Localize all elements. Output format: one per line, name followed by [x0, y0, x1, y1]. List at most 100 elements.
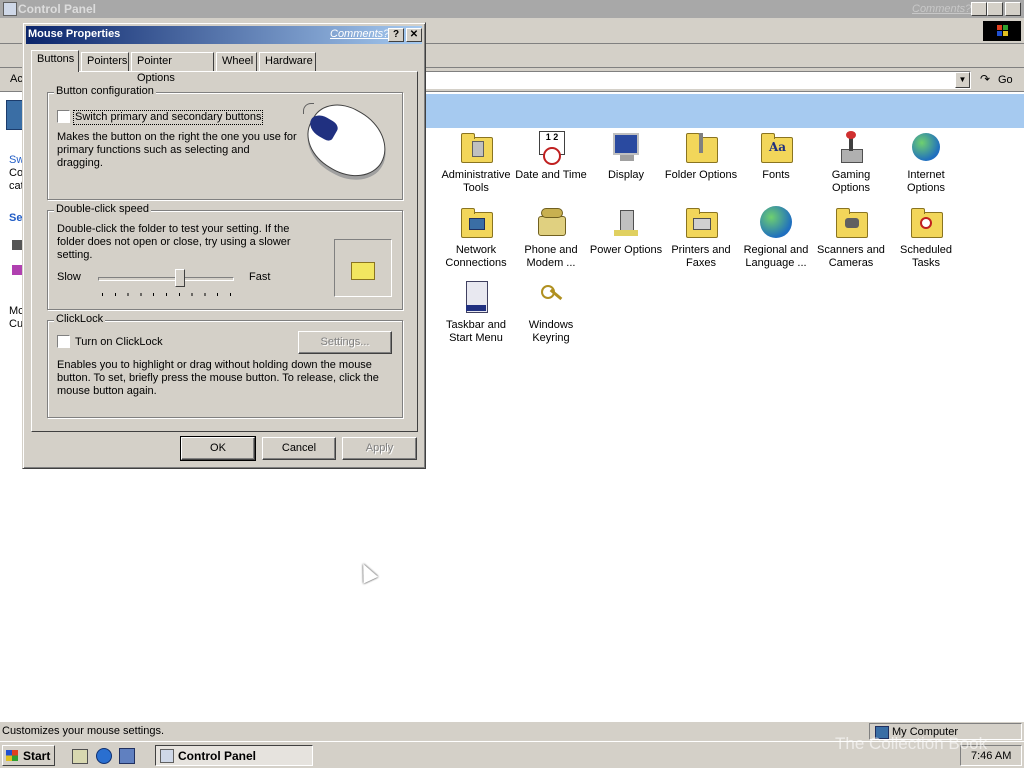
- internet-explorer-icon[interactable]: [96, 748, 112, 764]
- cp-item[interactable]: Display: [587, 131, 665, 182]
- cp-item[interactable]: Scanners and Cameras: [812, 206, 890, 270]
- cp-item-label: Taskbar and Start Menu: [446, 319, 506, 344]
- address-input[interactable]: [425, 71, 971, 89]
- cp-item[interactable]: Printers and Faxes: [662, 206, 740, 270]
- cp-item-label: Scheduled Tasks: [900, 244, 952, 269]
- cp-item[interactable]: Scheduled Tasks: [887, 206, 965, 270]
- dialog-comments-link[interactable]: Comments?: [330, 28, 389, 40]
- button-configuration-group: Button configuration Switch primary and …: [47, 85, 403, 200]
- cp-item-label: Display: [607, 169, 645, 181]
- quicklaunch-app-icon[interactable]: [119, 748, 135, 764]
- cp-item-label: Internet Options: [907, 169, 945, 194]
- left-pane-see-also: Se: [9, 212, 23, 224]
- folder-options-icon: [685, 131, 718, 163]
- help-button[interactable]: ?: [388, 28, 404, 42]
- mouse-properties-dialog: Mouse Properties Comments? ? ✕ Buttons P…: [22, 22, 426, 469]
- cp-item[interactable]: Gaming Options: [812, 131, 890, 195]
- clicklock-label[interactable]: Turn on ClickLock: [75, 336, 163, 349]
- scanners-cameras-icon: [835, 206, 868, 238]
- cp-item-label: Regional and Language ...: [743, 244, 809, 269]
- test-folder-box[interactable]: [334, 239, 392, 297]
- admin-tools-icon: [460, 131, 493, 163]
- cp-item-label: Administrative Tools: [441, 169, 511, 194]
- scheduled-tasks-icon: [910, 206, 943, 238]
- regional-language-icon: [760, 206, 792, 238]
- cp-item[interactable]: Internet Options: [887, 131, 965, 195]
- clicklock-legend: ClickLock: [54, 313, 106, 325]
- taskbar-task-control-panel[interactable]: Control Panel: [155, 745, 313, 766]
- double-click-slider-thumb[interactable]: [174, 269, 185, 287]
- clicklock-group: ClickLock Turn on ClickLock Settings... …: [47, 313, 403, 418]
- tab-wheel[interactable]: Wheel: [216, 52, 257, 71]
- dialog-close-button[interactable]: ✕: [406, 28, 422, 42]
- cancel-button[interactable]: Cancel: [262, 437, 336, 460]
- ok-button[interactable]: OK: [180, 436, 256, 461]
- clicklock-description: Enables you to highlight or drag without…: [57, 359, 379, 397]
- date-time-icon: 1 2: [535, 131, 567, 165]
- go-arrow-icon: ↷: [980, 72, 991, 86]
- taskbar-start-icon: [460, 281, 492, 313]
- control-panel-titlebar: Control Panel Comments? _ ❐ ✕: [0, 0, 1024, 18]
- clicklock-checkbox[interactable]: [57, 335, 70, 348]
- status-message: Customizes your mouse settings.: [2, 725, 165, 737]
- dialog-title: Mouse Properties: [28, 28, 121, 40]
- cp-item-label: Gaming Options: [831, 169, 871, 194]
- cp-item-label: Power Options: [589, 244, 663, 256]
- slow-label: Slow: [57, 271, 81, 283]
- tab-panel-buttons: Button configuration Switch primary and …: [31, 71, 418, 432]
- tab-buttons[interactable]: Buttons: [31, 50, 79, 72]
- cp-item[interactable]: Taskbar and Start Menu: [437, 281, 515, 345]
- switch-buttons-checkbox[interactable]: [57, 110, 70, 123]
- clicklock-settings-button[interactable]: Settings...: [298, 331, 392, 354]
- dialog-titlebar: Mouse Properties Comments? ? ✕: [26, 26, 422, 44]
- show-desktop-icon[interactable]: [72, 749, 88, 764]
- cp-item[interactable]: Regional and Language ...: [737, 206, 815, 270]
- minimize-button[interactable]: _: [971, 2, 987, 16]
- gaming-options-icon: [835, 131, 867, 163]
- network-connections-icon: [460, 206, 493, 238]
- fonts-icon: Aa: [760, 131, 793, 163]
- tab-pointer-options[interactable]: Pointer Options: [131, 52, 214, 84]
- restore-button[interactable]: ❐: [987, 2, 1003, 16]
- display-icon: [610, 131, 642, 163]
- left-pane-link-icon-1: [12, 240, 22, 250]
- left-pane-line2: Co: [9, 167, 24, 179]
- header-banner: [425, 94, 1024, 128]
- keyring-icon: [535, 281, 567, 313]
- start-label: Start: [23, 749, 51, 763]
- cp-item[interactable]: Phone and Modem ...: [512, 206, 590, 270]
- printers-faxes-icon: [685, 206, 718, 238]
- control-panel-title: Control Panel: [18, 2, 97, 16]
- control-panel-comments-link[interactable]: Comments?: [912, 3, 971, 15]
- cp-item[interactable]: Power Options: [587, 206, 665, 257]
- apply-button[interactable]: Apply: [342, 437, 417, 460]
- phone-modem-icon: [535, 206, 567, 238]
- switch-buttons-label[interactable]: Switch primary and secondary buttons: [73, 110, 264, 125]
- cp-item[interactable]: Aa Fonts: [737, 131, 815, 182]
- button-configuration-legend: Button configuration: [54, 85, 156, 97]
- tab-pointers[interactable]: Pointers: [81, 52, 129, 71]
- cp-item-label: Scanners and Cameras: [817, 244, 885, 269]
- cp-item-label: Date and Time: [515, 169, 587, 181]
- task-control-panel-icon: [160, 749, 174, 763]
- test-folder-icon: [351, 262, 375, 280]
- tab-hardware[interactable]: Hardware: [259, 52, 316, 71]
- cp-item[interactable]: Network Connections: [437, 206, 515, 270]
- double-click-speed-group: Double-click speed Double-click the fold…: [47, 203, 403, 310]
- cp-item-label: Phone and Modem ...: [524, 244, 578, 269]
- cp-item-label: Fonts: [762, 169, 790, 181]
- cp-item-label: Windows Keyring: [528, 319, 574, 344]
- go-button[interactable]: ↷ Go: [978, 72, 1020, 88]
- address-dropdown-button[interactable]: ▼: [955, 72, 970, 88]
- start-button[interactable]: Start: [2, 745, 55, 766]
- cp-item[interactable]: 1 2 Date and Time: [512, 131, 590, 182]
- fast-label: Fast: [249, 271, 271, 283]
- close-window-button[interactable]: ✕: [1005, 2, 1021, 16]
- cp-item[interactable]: Windows Keyring: [512, 281, 590, 345]
- windows-flag-icon: [6, 750, 18, 761]
- cp-item[interactable]: Folder Options: [662, 131, 740, 182]
- double-click-description: Double-click the folder to test your set…: [57, 223, 291, 261]
- taskbar: Start Control Panel 7:46 AM The Collecti…: [0, 734, 1024, 768]
- cp-item[interactable]: Administrative Tools: [437, 131, 515, 195]
- left-pane-link-icon-2: [12, 265, 22, 275]
